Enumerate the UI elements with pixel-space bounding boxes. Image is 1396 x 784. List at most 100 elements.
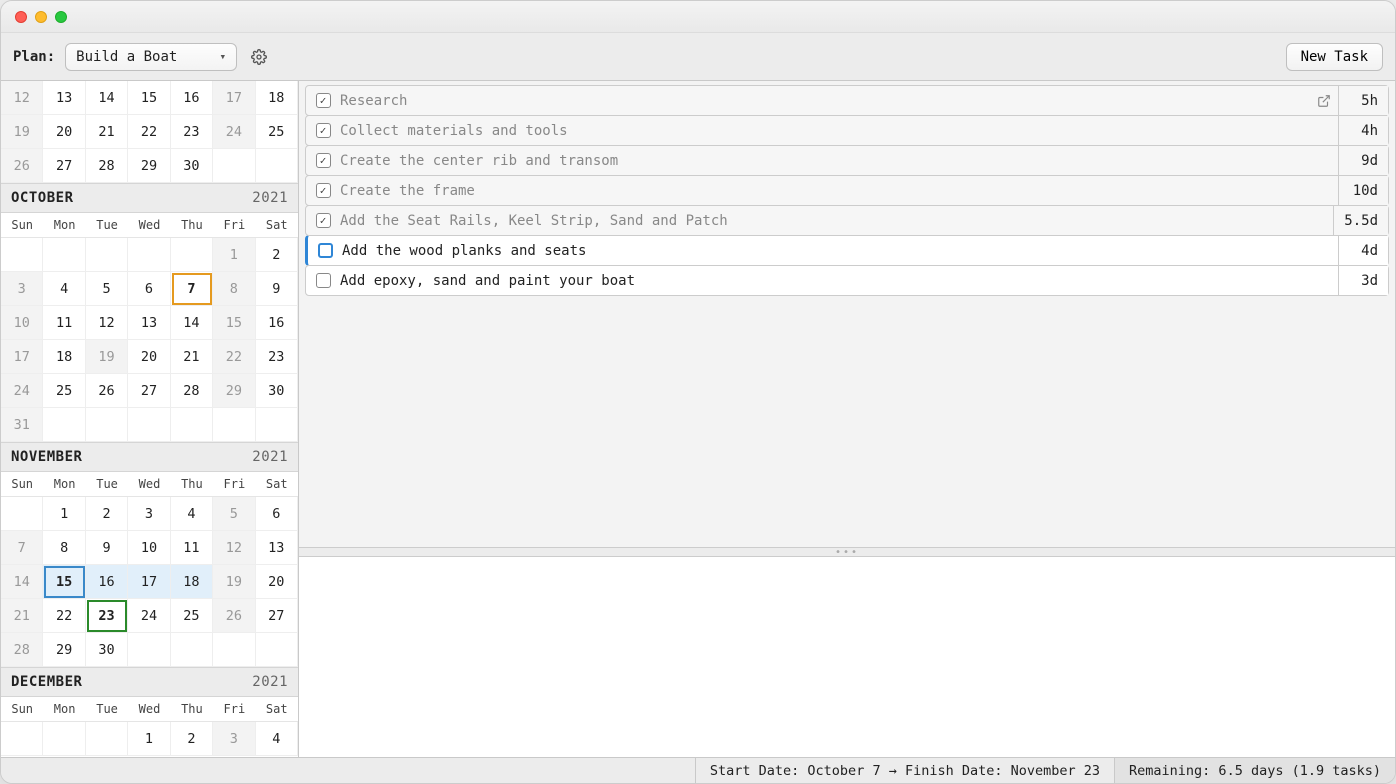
- calendar-day[interactable]: 14: [1, 565, 43, 599]
- calendar-day[interactable]: 5: [86, 272, 128, 306]
- calendar-day[interactable]: 15: [213, 306, 255, 340]
- calendar-day[interactable]: 12: [213, 531, 255, 565]
- calendar-day[interactable]: 28: [171, 374, 213, 408]
- calendar-day[interactable]: 26: [213, 599, 255, 633]
- task-checkbox[interactable]: [316, 213, 331, 228]
- calendar-day[interactable]: 2: [86, 497, 128, 531]
- splitter-handle[interactable]: •••: [299, 547, 1395, 557]
- calendar-day[interactable]: 30: [86, 633, 128, 667]
- calendar-day[interactable]: 26: [86, 374, 128, 408]
- calendar-day[interactable]: 14: [171, 306, 213, 340]
- task-row[interactable]: Collect materials and tools4h: [305, 115, 1389, 146]
- calendar-day[interactable]: 29: [213, 374, 255, 408]
- calendar-day[interactable]: 27: [256, 599, 298, 633]
- calendar-day[interactable]: 20: [43, 115, 85, 149]
- calendar-day[interactable]: 17: [1, 340, 43, 374]
- calendar-day[interactable]: 6: [128, 272, 170, 306]
- calendar-day[interactable]: 12: [86, 306, 128, 340]
- calendar-day[interactable]: 21: [171, 340, 213, 374]
- calendar-day[interactable]: 22: [43, 599, 85, 633]
- calendar-day[interactable]: 5: [213, 497, 255, 531]
- calendar-day[interactable]: 2: [171, 722, 213, 756]
- calendar-day[interactable]: 11: [171, 531, 213, 565]
- calendar-sidebar[interactable]: 12131415161718192021222324252627282930OC…: [1, 81, 299, 757]
- calendar-day[interactable]: 23: [256, 340, 298, 374]
- calendar-day[interactable]: 15: [128, 81, 170, 115]
- settings-button[interactable]: [247, 45, 271, 69]
- task-checkbox[interactable]: [316, 123, 331, 138]
- calendar-day[interactable]: 24: [1, 374, 43, 408]
- calendar-day[interactable]: 8: [43, 531, 85, 565]
- calendar-day[interactable]: 28: [1, 633, 43, 667]
- calendar-day[interactable]: 19: [86, 340, 128, 374]
- calendar-day[interactable]: 13: [256, 531, 298, 565]
- task-checkbox[interactable]: [316, 273, 331, 288]
- calendar-day[interactable]: 10: [1, 306, 43, 340]
- calendar-day[interactable]: 30: [256, 374, 298, 408]
- calendar-day[interactable]: 3: [213, 722, 255, 756]
- calendar-day[interactable]: 29: [128, 149, 170, 183]
- calendar-day[interactable]: 30: [171, 149, 213, 183]
- calendar-day[interactable]: 19: [1, 115, 43, 149]
- task-checkbox[interactable]: [316, 93, 331, 108]
- calendar-day[interactable]: 4: [171, 497, 213, 531]
- task-duration[interactable]: 4h: [1338, 116, 1388, 145]
- task-row[interactable]: Research5h: [305, 85, 1389, 116]
- calendar-day[interactable]: 6: [256, 497, 298, 531]
- task-duration[interactable]: 5.5d: [1333, 206, 1388, 235]
- close-icon[interactable]: [15, 11, 27, 23]
- task-duration[interactable]: 5h: [1338, 86, 1388, 115]
- task-row[interactable]: Add the Seat Rails, Keel Strip, Sand and…: [305, 205, 1389, 236]
- calendar-day[interactable]: 23: [86, 599, 128, 633]
- calendar-day[interactable]: 4: [43, 272, 85, 306]
- calendar-day[interactable]: 18: [256, 81, 298, 115]
- calendar-day[interactable]: 25: [171, 599, 213, 633]
- calendar-day[interactable]: 20: [128, 340, 170, 374]
- calendar-day[interactable]: 21: [86, 115, 128, 149]
- calendar-day[interactable]: 8: [213, 272, 255, 306]
- calendar-day[interactable]: 27: [43, 149, 85, 183]
- calendar-day[interactable]: 4: [256, 722, 298, 756]
- calendar-day[interactable]: 24: [213, 115, 255, 149]
- external-link-icon[interactable]: [1310, 94, 1338, 108]
- task-checkbox[interactable]: [316, 183, 331, 198]
- task-row[interactable]: Add the wood planks and seats4d: [305, 235, 1389, 266]
- calendar-day[interactable]: 9: [86, 531, 128, 565]
- calendar-day[interactable]: 21: [1, 599, 43, 633]
- calendar-day[interactable]: 7: [1, 531, 43, 565]
- calendar-day[interactable]: 13: [43, 81, 85, 115]
- calendar-day[interactable]: 16: [86, 565, 128, 599]
- calendar-day[interactable]: 15: [43, 565, 85, 599]
- task-checkbox[interactable]: [316, 153, 331, 168]
- calendar-day[interactable]: 24: [128, 599, 170, 633]
- calendar-day[interactable]: 1: [128, 722, 170, 756]
- calendar-day[interactable]: 20: [256, 565, 298, 599]
- calendar-day[interactable]: 25: [43, 374, 85, 408]
- calendar-day[interactable]: 27: [128, 374, 170, 408]
- calendar-day[interactable]: 18: [43, 340, 85, 374]
- calendar-day[interactable]: 2: [256, 238, 298, 272]
- calendar-day[interactable]: 9: [256, 272, 298, 306]
- calendar-day[interactable]: 16: [171, 81, 213, 115]
- calendar-day[interactable]: 3: [128, 497, 170, 531]
- calendar-day[interactable]: 25: [256, 115, 298, 149]
- calendar-day[interactable]: 11: [43, 306, 85, 340]
- new-task-button[interactable]: New Task: [1286, 43, 1383, 71]
- zoom-icon[interactable]: [55, 11, 67, 23]
- task-duration[interactable]: 9d: [1338, 146, 1388, 175]
- calendar-day[interactable]: 18: [171, 565, 213, 599]
- detail-pane[interactable]: [299, 557, 1395, 757]
- calendar-day[interactable]: 12: [1, 81, 43, 115]
- minimize-icon[interactable]: [35, 11, 47, 23]
- calendar-day[interactable]: 31: [1, 408, 43, 442]
- task-duration[interactable]: 4d: [1338, 236, 1388, 265]
- calendar-day[interactable]: 28: [86, 149, 128, 183]
- calendar-day[interactable]: 1: [213, 238, 255, 272]
- task-row[interactable]: Create the center rib and transom9d: [305, 145, 1389, 176]
- plan-select[interactable]: Build a Boat ▾: [65, 43, 237, 71]
- calendar-day[interactable]: 29: [43, 633, 85, 667]
- calendar-day[interactable]: 17: [213, 81, 255, 115]
- calendar-day[interactable]: 26: [1, 149, 43, 183]
- calendar-day[interactable]: 3: [1, 272, 43, 306]
- task-duration[interactable]: 3d: [1338, 266, 1388, 295]
